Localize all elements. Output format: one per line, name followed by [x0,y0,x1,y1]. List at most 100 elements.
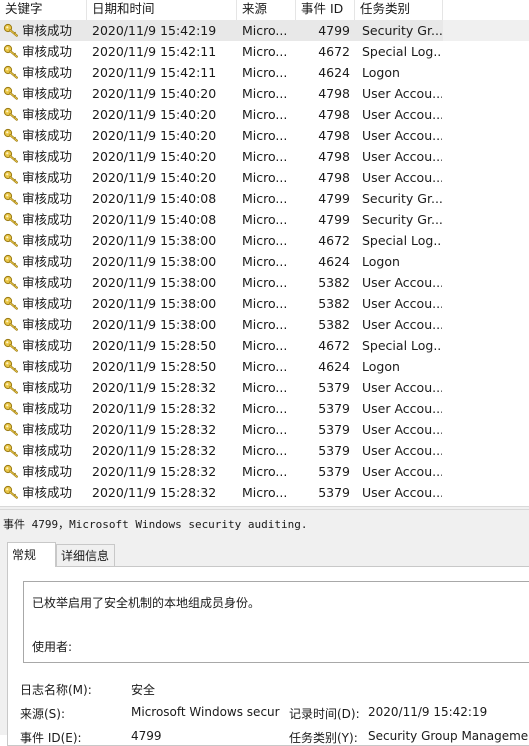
row-keyword: 审核成功 [22,485,73,500]
row-datetime: 2020/11/9 15:28:32 [92,401,217,416]
row-keyword: 审核成功 [22,401,73,416]
event-row[interactable]: 审核成功 2020/11/9 15:40:08 Micro... 4799 Securi… [0,188,529,209]
used-by-label: 使用者: [32,640,73,654]
row-keyword: 审核成功 [22,464,73,479]
event-row[interactable]: 审核成功 2020/11/9 15:28:32 Micro... 5379 User A… [0,377,529,398]
event-row[interactable]: 审核成功 2020/11/9 15:28:32 Micro... 5379 User A… [0,440,529,461]
key-icon [3,23,19,37]
row-event-id: 5379 [318,485,350,500]
row-event-id: 5379 [318,380,350,395]
event-row[interactable]: 审核成功 2020/11/9 15:28:32 Micro... 5379 User A… [0,461,529,482]
row-keyword: 审核成功 [22,149,73,164]
event-row[interactable]: 审核成功 2020/11/9 15:28:32 Micro... 5379 User A… [0,482,529,503]
column-task-category[interactable]: 任务类别 [355,0,443,20]
row-datetime: 2020/11/9 15:40:20 [92,86,217,101]
event-row[interactable]: 审核成功 2020/11/9 15:40:20 Micro... 4798 User A… [0,104,529,125]
column-event-id[interactable]: 事件 ID [296,0,355,20]
key-icon [3,254,19,268]
event-row[interactable]: 审核成功 2020/11/9 15:40:08 Micro... 4799 Securi… [0,209,529,230]
event-row[interactable]: 审核成功 2020/11/9 15:42:19 Micro... 4799 Securi… [0,20,529,41]
column-datetime[interactable]: 日期和时间 [87,0,237,20]
event-row[interactable]: 审核成功 2020/11/9 15:28:50 Micro... 4672 Specia… [0,335,529,356]
row-event-id: 4672 [318,233,350,248]
row-keyword: 审核成功 [22,254,73,269]
key-icon [3,107,19,121]
column-source[interactable]: 来源 [237,0,296,20]
event-row[interactable]: 审核成功 2020/11/9 15:28:50 Micro... 4624 Logon [0,356,529,377]
row-event-id: 4798 [318,149,350,164]
event-row[interactable]: 审核成功 2020/11/9 15:28:32 Micro... 5379 User A… [0,419,529,440]
row-datetime: 2020/11/9 15:40:20 [92,128,217,143]
row-source: Micro... [242,380,288,395]
task-category-value[interactable]: Security Group Management [368,729,529,743]
row-task-category: Special Log... [362,338,442,353]
row-source: Micro... [242,443,288,458]
row-event-id: 5379 [318,464,350,479]
event-row[interactable]: 审核成功 2020/11/9 15:38:00 Micro... 5382 User A… [0,293,529,314]
row-datetime: 2020/11/9 15:40:08 [92,212,217,227]
event-row[interactable]: 审核成功 2020/11/9 15:38:00 Micro... 5382 User A… [0,314,529,335]
row-task-category: Security Gr... [362,191,442,206]
event-row[interactable]: 审核成功 2020/11/9 15:28:32 Micro... 5379 User A… [0,398,529,419]
row-datetime: 2020/11/9 15:38:00 [92,275,217,290]
log-name-value[interactable]: 安全 [131,681,155,698]
row-event-id: 4624 [318,65,350,80]
logged-value[interactable]: 2020/11/9 15:42:19 [368,705,487,719]
row-keyword: 审核成功 [22,359,73,374]
row-task-category: User Accou... [362,86,442,101]
row-datetime: 2020/11/9 15:42:11 [92,44,217,59]
row-event-id: 5382 [318,296,350,311]
event-row[interactable]: 审核成功 2020/11/9 15:40:20 Micro... 4798 User A… [0,146,529,167]
event-row[interactable]: 审核成功 2020/11/9 15:38:00 Micro... 5382 User A… [0,272,529,293]
event-description-box[interactable]: 已枚举启用了安全机制的本地组成员身份。 使用者: [23,581,529,663]
tab-general[interactable]: 常规 [7,542,56,567]
key-icon [3,338,19,352]
row-event-id: 5382 [318,317,350,332]
event-row[interactable]: 审核成功 2020/11/9 15:42:11 Micro... 4672 Specia… [0,41,529,62]
row-datetime: 2020/11/9 15:40:08 [92,191,217,206]
event-row[interactable]: 审核成功 2020/11/9 15:40:20 Micro... 4798 User A… [0,125,529,146]
event-row[interactable]: 审核成功 2020/11/9 15:42:11 Micro... 4624 Logon [0,62,529,83]
logged-label: 记录时间(D): [289,707,360,721]
row-source: Micro... [242,107,288,122]
row-source: Micro... [242,338,288,353]
key-icon [3,86,19,100]
column-keyword[interactable]: 关键字 [0,0,87,20]
general-tab-panel: 已枚举启用了安全机制的本地组成员身份。 使用者: [7,566,529,746]
event-row[interactable]: 审核成功 2020/11/9 15:40:20 Micro... 4798 User A… [0,167,529,188]
row-datetime: 2020/11/9 15:28:50 [92,359,217,374]
row-keyword: 审核成功 [22,170,73,185]
source-value[interactable]: Microsoft Windows secur [131,705,281,719]
row-keyword: 审核成功 [22,275,73,290]
event-id-value[interactable]: 4799 [131,729,162,743]
row-keyword: 审核成功 [22,380,73,395]
row-task-category: User Accou... [362,275,442,290]
row-datetime: 2020/11/9 15:42:11 [92,65,217,80]
row-task-category: User Accou... [362,485,442,500]
row-source: Micro... [242,464,288,479]
row-source: Micro... [242,191,288,206]
event-row[interactable]: 审核成功 2020/11/9 15:38:00 Micro... 4672 Specia… [0,230,529,251]
row-source: Micro... [242,170,288,185]
row-event-id: 4798 [318,170,350,185]
event-row[interactable]: 审核成功 2020/11/9 15:40:20 Micro... 4798 User A… [0,83,529,104]
row-datetime: 2020/11/9 15:28:32 [92,443,217,458]
key-icon [3,233,19,247]
row-event-id: 4624 [318,359,350,374]
row-keyword: 审核成功 [22,191,73,206]
key-icon [3,212,19,226]
row-task-category: User Accou... [362,317,442,332]
row-source: Micro... [242,317,288,332]
event-row[interactable]: 审核成功 2020/11/9 15:38:00 Micro... 4624 Logon [0,251,529,272]
row-event-id: 4672 [318,338,350,353]
tab-details[interactable]: 详细信息 [56,544,115,566]
row-event-id: 5382 [318,275,350,290]
row-task-category: Special Log... [362,44,442,59]
row-source: Micro... [242,86,288,101]
row-keyword: 审核成功 [22,338,73,353]
row-keyword: 审核成功 [22,107,73,122]
key-icon [3,65,19,79]
event-list[interactable]: 关键字 日期和时间 来源 事件 ID 任务类别 审核成功 2020/11/9 15… [0,0,529,506]
row-keyword: 审核成功 [22,317,73,332]
row-event-id: 4799 [318,23,350,38]
